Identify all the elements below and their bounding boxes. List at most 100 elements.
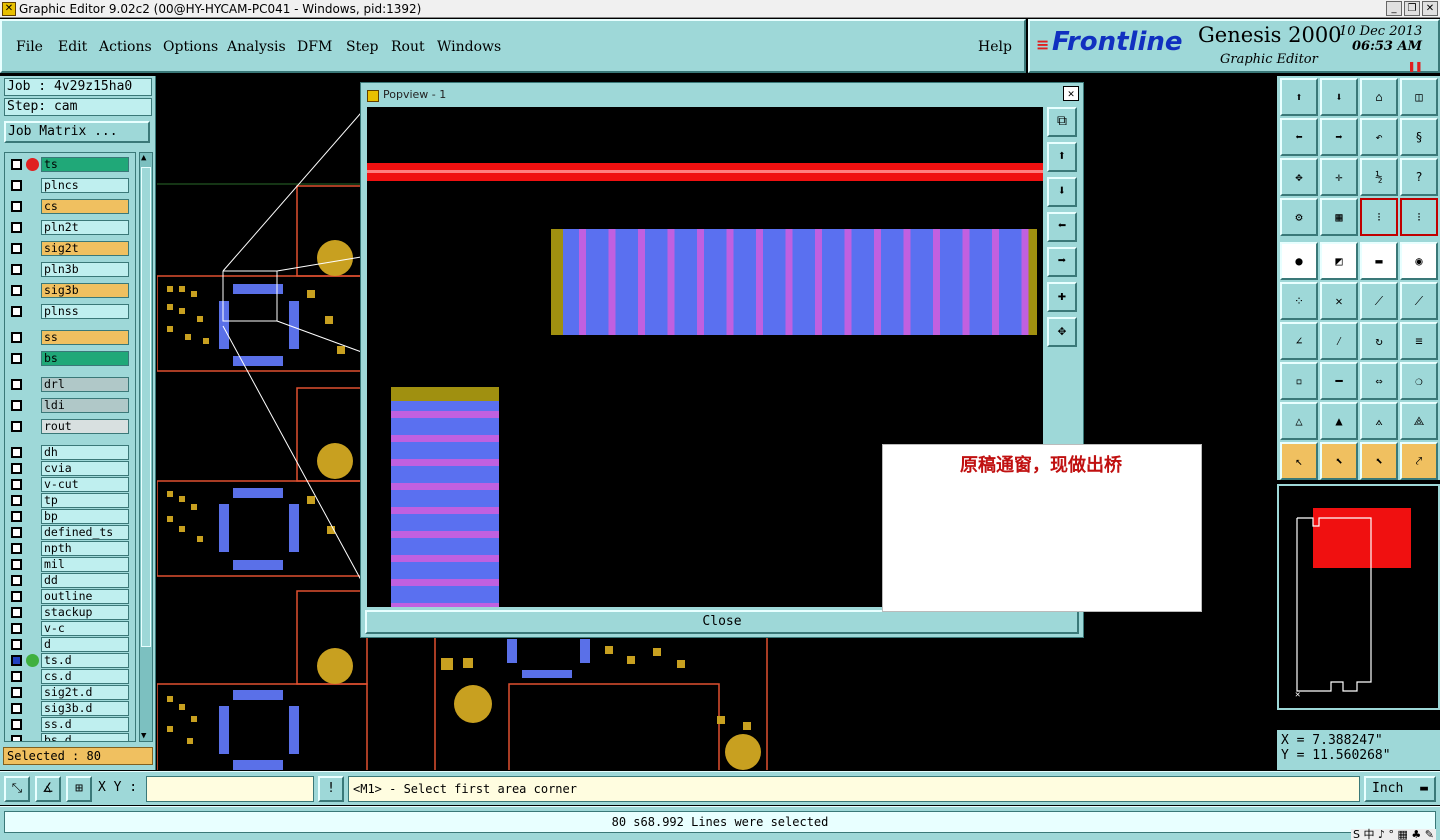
menu-edit[interactable]: Edit — [58, 39, 87, 55]
layer-checkbox[interactable] — [11, 687, 22, 698]
layer-row[interactable]: cs.d — [7, 669, 133, 684]
layer-checkbox[interactable] — [11, 719, 22, 730]
pan-left-icon[interactable]: ⬅ — [1280, 118, 1318, 156]
fill-icon[interactable]: ≡ — [1400, 322, 1438, 360]
layer-row[interactable]: ldi — [7, 398, 133, 413]
menu-analysis[interactable]: Analysis — [227, 39, 286, 55]
scroll-up-icon[interactable]: ▲ — [141, 153, 146, 163]
zoom-fit-icon[interactable]: ✥ — [1280, 158, 1318, 196]
measure-icon[interactable]: ▬ — [1360, 242, 1398, 280]
slash-icon[interactable]: ⁄ — [1320, 322, 1358, 360]
layer-row[interactable]: drl — [7, 377, 133, 392]
layer-row[interactable]: ss — [7, 330, 133, 345]
layer-checkbox[interactable] — [11, 463, 22, 474]
layer-checkbox[interactable] — [11, 306, 22, 317]
grid-icon[interactable]: ▦ — [1320, 198, 1358, 236]
layer-checkbox[interactable] — [11, 591, 22, 602]
scale-icon[interactable]: ½ — [1360, 158, 1398, 196]
minimize-button[interactable]: _ — [1386, 1, 1402, 16]
layer-checkbox[interactable] — [11, 201, 22, 212]
layer-row[interactable]: defined_ts — [7, 525, 133, 540]
copy-shape-icon[interactable]: ❍ — [1400, 362, 1438, 400]
layer-checkbox[interactable] — [11, 543, 22, 554]
menu-dfm[interactable]: DFM — [297, 39, 332, 55]
popview-pan-up-icon[interactable]: ⬆ — [1047, 142, 1077, 172]
settings-icon[interactable]: ⚙ — [1280, 198, 1318, 236]
layer-checkbox[interactable] — [11, 623, 22, 634]
triangle-edit-icon[interactable]: ▲ — [1320, 402, 1358, 440]
layer-checkbox[interactable] — [11, 353, 22, 364]
layer-row[interactable]: sig2t.d — [7, 685, 133, 700]
layer-checkbox[interactable] — [11, 400, 22, 411]
layer-row[interactable]: cs — [7, 199, 133, 214]
layer-checkbox[interactable] — [11, 671, 22, 682]
layer-row[interactable]: ts.d — [7, 653, 133, 668]
ime-toolbar[interactable]: S 中 ♪ ° ▦ ♣ ✎ — [1351, 829, 1436, 840]
connect-icon[interactable]: ⁘ — [1280, 282, 1318, 320]
layer-checkbox[interactable] — [11, 180, 22, 191]
layer-row[interactable]: pln3b — [7, 262, 133, 277]
dimension-icon[interactable]: ⇔ — [1360, 362, 1398, 400]
snap-alt-icon[interactable]: ⁝ — [1400, 198, 1438, 236]
menu-file[interactable]: File — [16, 39, 43, 55]
job-matrix-button[interactable]: Job Matrix ... — [4, 121, 150, 143]
pointer-icon[interactable]: ↖ — [1280, 442, 1318, 480]
layer-row[interactable]: outline — [7, 589, 133, 604]
layer-row[interactable]: cvia — [7, 461, 133, 476]
undo-view-icon[interactable]: ↶ — [1360, 118, 1398, 156]
popview-close-button[interactable]: Close — [365, 610, 1079, 634]
layer-row[interactable]: dd — [7, 573, 133, 588]
layer-row[interactable]: plnss — [7, 304, 133, 319]
layer-row[interactable]: sig3b — [7, 283, 133, 298]
maximize-button[interactable]: ❐ — [1404, 1, 1420, 16]
layer-checkbox[interactable] — [11, 243, 22, 254]
layer-checkbox[interactable] — [11, 421, 22, 432]
units-dropdown[interactable]: Inch ▬ — [1364, 776, 1436, 802]
layer-checkbox[interactable] — [11, 379, 22, 390]
layer-row[interactable]: sig2t — [7, 241, 133, 256]
popview-zoom-in-icon[interactable]: ✚ — [1047, 282, 1077, 312]
move-node-icon[interactable]: ⟋ — [1360, 282, 1398, 320]
layer-checkbox[interactable] — [11, 575, 22, 586]
scroll-thumb[interactable] — [141, 167, 151, 647]
layer-row[interactable]: ts — [7, 157, 133, 172]
menu-help[interactable]: Help — [978, 39, 1012, 55]
pause-icon[interactable]: ❚❚ — [1408, 59, 1422, 73]
menu-actions[interactable]: Actions — [99, 39, 152, 55]
window-split-icon[interactable]: ◫ — [1400, 78, 1438, 116]
xy-input[interactable] — [146, 776, 314, 802]
area-pointer-icon[interactable]: ⬉ — [1360, 442, 1398, 480]
layer-row[interactable]: sig3b.d — [7, 701, 133, 716]
pan-right-icon[interactable]: ➡ — [1320, 118, 1358, 156]
layer-checkbox[interactable] — [11, 559, 22, 570]
add-pad-icon[interactable]: ● — [1280, 242, 1318, 280]
layer-checkbox[interactable] — [11, 703, 22, 714]
triangle-select-icon[interactable]: ⟑ — [1360, 402, 1398, 440]
layer-checkbox[interactable] — [11, 607, 22, 618]
layer-row[interactable]: d — [7, 637, 133, 652]
layer-row[interactable]: stackup — [7, 605, 133, 620]
zoom-down-icon[interactable]: ⬇ — [1320, 78, 1358, 116]
snap-grid-icon[interactable]: ⊞ — [66, 776, 92, 802]
layer-row[interactable]: v-c — [7, 621, 133, 636]
triangle-icon[interactable]: △ — [1280, 402, 1318, 440]
layer-row[interactable]: dh — [7, 445, 133, 460]
popview-zoom-home-icon[interactable]: ⧉ — [1047, 107, 1077, 137]
layer-checkbox[interactable] — [11, 511, 22, 522]
layer-checkbox[interactable] — [11, 479, 22, 490]
menu-windows[interactable]: Windows — [437, 39, 501, 55]
help-query-icon[interactable]: ? — [1400, 158, 1438, 196]
snap-icon[interactable]: ⁝ — [1360, 198, 1398, 236]
layer-row[interactable]: plncs — [7, 178, 133, 193]
layer-checkbox[interactable] — [11, 332, 22, 343]
layer-row[interactable]: bp — [7, 509, 133, 524]
layer-row[interactable]: bs — [7, 351, 133, 366]
menu-options[interactable]: Options — [163, 39, 218, 55]
popview-pan-right-icon[interactable]: ➡ — [1047, 247, 1077, 277]
angle-icon[interactable]: ∠ — [1280, 322, 1318, 360]
layer-row[interactable]: npth — [7, 541, 133, 556]
layer-checkbox[interactable] — [11, 447, 22, 458]
layer-checkbox[interactable] — [11, 527, 22, 538]
layer-checkbox[interactable] — [11, 639, 22, 650]
triangle-cut-icon[interactable]: ⟁ — [1400, 402, 1438, 440]
